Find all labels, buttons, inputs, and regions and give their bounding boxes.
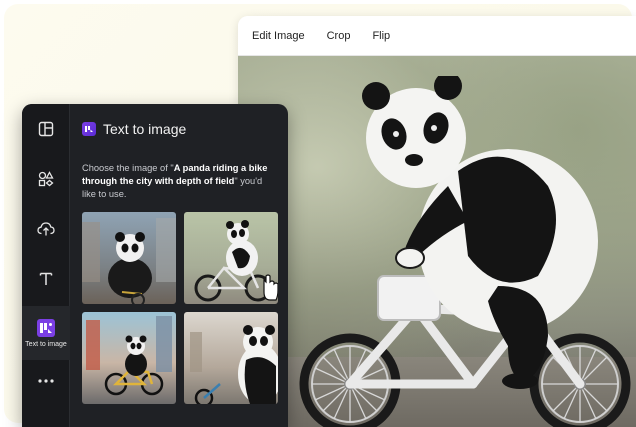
more-icon xyxy=(38,379,54,383)
layout-icon xyxy=(38,121,54,137)
result-image-4[interactable] xyxy=(184,312,278,404)
panda-on-bike-image xyxy=(299,76,631,427)
text-icon xyxy=(39,272,53,285)
rail-text-to-image-label: Text to image xyxy=(25,340,67,348)
rail-layout-button[interactable] xyxy=(22,104,70,154)
text-to-image-panel: Text to image Text to image Choose the i… xyxy=(22,104,288,427)
rail-text-button[interactable] xyxy=(22,254,70,304)
text-to-image-app-icon xyxy=(82,122,96,136)
crop-button[interactable]: Crop xyxy=(327,30,351,42)
canvas-image[interactable] xyxy=(238,56,636,427)
rail-text-to-image-button[interactable]: Text to image xyxy=(22,306,70,360)
text-to-image-icon xyxy=(37,318,55,337)
edit-image-button[interactable]: Edit Image xyxy=(252,30,305,42)
panel-content: Text to image Choose the image of "A pan… xyxy=(70,104,288,427)
desc-prefix: Choose the image of " xyxy=(82,163,174,173)
rail-more-button[interactable] xyxy=(22,356,70,406)
editor-toolbar: Edit Image Crop Flip xyxy=(238,16,636,56)
side-rail: Text to image xyxy=(22,104,70,427)
elements-icon xyxy=(38,171,54,187)
upload-cloud-icon xyxy=(37,222,55,236)
rail-elements-button[interactable] xyxy=(22,154,70,204)
panel-title: Text to image xyxy=(103,121,187,137)
result-image-2[interactable] xyxy=(184,212,278,304)
result-image-3[interactable] xyxy=(82,312,176,404)
flip-button[interactable]: Flip xyxy=(372,30,390,42)
image-editor: Edit Image Crop Flip xyxy=(238,16,636,427)
panel-header: Text to image xyxy=(82,121,186,137)
result-grid xyxy=(82,212,278,404)
result-image-1[interactable] xyxy=(82,212,176,304)
panel-description: Choose the image of "A panda riding a bi… xyxy=(82,162,272,201)
rail-upload-button[interactable] xyxy=(22,204,70,254)
